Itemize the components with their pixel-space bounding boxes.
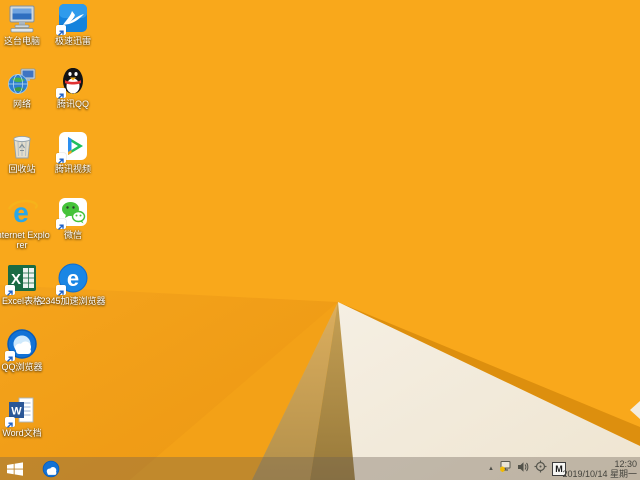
taskbar-clock[interactable]: 12:30 2019/10/14 星期一 bbox=[541, 459, 637, 479]
icon-label: 腾讯QQ bbox=[56, 99, 89, 109]
browser-2345-icon: e bbox=[56, 262, 89, 296]
svg-text:W: W bbox=[11, 406, 22, 418]
this-pc-icon bbox=[6, 2, 38, 34]
icon-label: 极速迅雷 bbox=[54, 36, 91, 46]
desktop-icon-browser-2345[interactable]: e 2345加速浏览器 bbox=[40, 262, 106, 306]
wechat-icon bbox=[56, 196, 89, 230]
desktop-icon-tencent-video[interactable]: 腾讯视频 bbox=[40, 130, 106, 174]
shortcut-arrow-icon bbox=[5, 351, 15, 362]
start-button[interactable] bbox=[0, 457, 30, 480]
shortcut-arrow-icon bbox=[56, 285, 66, 296]
word-icon: W bbox=[5, 394, 38, 428]
network-icon bbox=[6, 65, 38, 97]
volume-icon[interactable] bbox=[517, 460, 529, 478]
desktop-icon-word[interactable]: W Word文档 bbox=[0, 394, 50, 438]
hidden-icons-chevron-icon[interactable]: ▲ bbox=[488, 466, 494, 472]
shortcut-arrow-icon bbox=[5, 285, 15, 296]
qq-browser-icon bbox=[5, 328, 38, 362]
desktop-icon-tencent-qq[interactable]: 腾讯QQ bbox=[40, 65, 106, 109]
svg-text:e: e bbox=[67, 266, 79, 291]
clock-time: 12:30 bbox=[614, 459, 637, 469]
network-warning-icon[interactable] bbox=[499, 460, 512, 478]
tencent-video-icon bbox=[56, 130, 89, 164]
windows-logo-icon bbox=[7, 461, 23, 476]
recycle-bin-icon bbox=[6, 130, 38, 162]
desktop-icon-qq-browser[interactable]: QQ浏览器 bbox=[0, 328, 50, 372]
taskbar: ▲ M 12:30 2019/10/14 星期一 bbox=[0, 457, 640, 480]
clock-date: 2019/10/14 星期一 bbox=[562, 469, 637, 479]
shortcut-arrow-icon bbox=[56, 25, 66, 36]
tencent-qq-icon bbox=[56, 65, 89, 99]
qq-browser-icon bbox=[42, 460, 60, 477]
shortcut-arrow-icon bbox=[5, 417, 15, 428]
internet-explorer-icon: e bbox=[6, 196, 38, 228]
shortcut-arrow-icon bbox=[56, 153, 66, 164]
desktop-screen: 这台电脑 极速迅雷 网络 腾讯QQ 回收站 腾讯视频 e ternet Expl… bbox=[0, 0, 640, 480]
icon-label: 2345加速浏览器 bbox=[40, 296, 106, 306]
desktop-icon-thunder-speed[interactable]: 极速迅雷 bbox=[40, 2, 106, 46]
shortcut-arrow-icon bbox=[56, 219, 66, 230]
excel-icon: X bbox=[5, 262, 38, 296]
icon-label: 腾讯视频 bbox=[54, 164, 91, 174]
shortcut-arrow-icon bbox=[56, 88, 66, 99]
desktop-icon-wechat[interactable]: 微信 bbox=[40, 196, 106, 240]
icon-label: 微信 bbox=[63, 230, 82, 240]
thunder-speed-icon bbox=[56, 2, 89, 36]
taskbar-qq-browser-button[interactable] bbox=[38, 457, 64, 480]
